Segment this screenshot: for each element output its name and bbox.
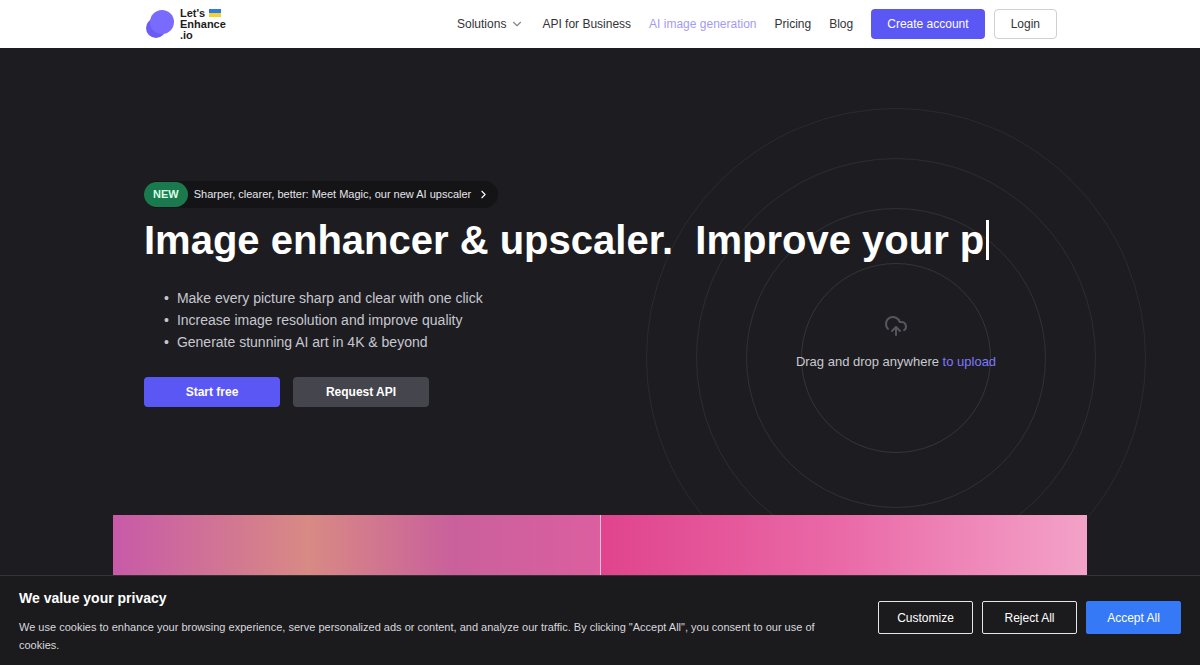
upload-link[interactable]: to upload [943, 354, 997, 369]
cookie-button[interactable]: Reject All [982, 601, 1077, 634]
nav-item[interactable]: Blog [829, 15, 853, 33]
nav-item[interactable]: Solutions [457, 15, 524, 33]
hero: Drag and drop anywhere to upload NEW Sharp… [0, 48, 1200, 665]
nav-item[interactable]: Pricing [775, 15, 812, 33]
create-account-button[interactable]: Create account [871, 9, 984, 39]
logo-text: Enhance [180, 19, 226, 30]
ukraine-flag-icon [209, 9, 221, 17]
logo-text: .io [180, 30, 226, 41]
logo-icon [144, 8, 176, 40]
cookie-button[interactable]: Customize [878, 601, 973, 634]
top-nav: Let'sEnhance.io Solutions API for Business… [0, 0, 1200, 48]
cookie-banner: We value your privacy We use cookies to e… [0, 575, 1200, 665]
announcement-text: Sharper, clearer, better: Meet Magic, ou… [194, 186, 472, 203]
cookie-title: We value your privacy [19, 588, 849, 609]
feature-list: •Make every picture sharp and clear with… [144, 288, 483, 352]
typing-cursor [986, 220, 989, 260]
chevron-down-icon [510, 17, 524, 31]
hero-heading: Image enhancer & upscaler. Improve your … [144, 214, 989, 266]
nav-item[interactable]: API for Business [542, 15, 631, 33]
upload-hint: Drag and drop anywhere to upload [796, 352, 996, 372]
logo-text: Let's [180, 8, 205, 19]
logo[interactable]: Let'sEnhance.io [144, 8, 226, 41]
request-api-button[interactable]: Request API [293, 377, 429, 407]
cookie-text: We use cookies to enhance your browsing … [19, 618, 849, 654]
cloud-upload-icon [884, 314, 908, 338]
nav-menu: Solutions API for Business AI image genera… [457, 15, 853, 33]
feature-item: •Generate stunning AI art in 4K & beyond [144, 332, 483, 352]
cookie-button[interactable]: Accept All [1086, 601, 1181, 634]
page: Let'sEnhance.io Solutions API for Business… [0, 0, 1200, 665]
login-button[interactable]: Login [994, 9, 1057, 39]
feature-item: •Make every picture sharp and clear with… [144, 288, 483, 308]
feature-item: •Increase image resolution and improve q… [144, 310, 483, 330]
announcement-badge[interactable]: NEW Sharper, clearer, better: Meet Magic,… [144, 181, 498, 208]
new-badge: NEW [144, 182, 188, 207]
start-free-button[interactable]: Start free [144, 377, 280, 407]
nav-item[interactable]: AI image generation [649, 15, 756, 33]
chevron-right-icon [477, 188, 490, 201]
